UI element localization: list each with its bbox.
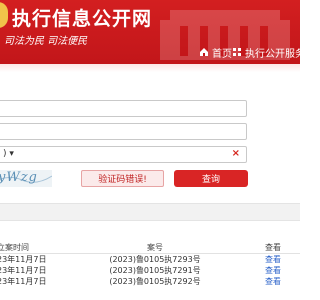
captcha-error-message: 验证码错误!	[81, 170, 164, 187]
nav-home-label: 首页	[212, 48, 232, 60]
header-shadow-strip	[0, 64, 300, 72]
court-select-value: ) ▾	[3, 149, 14, 159]
view-link[interactable]: 查看	[265, 254, 281, 265]
captcha-text: yWzg	[0, 170, 38, 185]
col-case-header: 案号	[147, 243, 163, 252]
row-case-number: (2023)鲁0105执7293号	[109, 255, 201, 264]
court-emblem-icon	[0, 2, 8, 28]
row-date: 23年11月7日	[0, 266, 47, 275]
captcha-image[interactable]: yWzg	[0, 170, 52, 187]
section-divider	[0, 203, 300, 221]
nav-service-link[interactable]: 执行公开服务	[232, 44, 300, 60]
row-case-number: (2023)鲁0105执7292号	[109, 277, 201, 286]
query-button[interactable]: 查询	[174, 170, 248, 187]
table-row: 23年11月7日 (2023)鲁0105执7291号 查看	[0, 265, 300, 276]
row-date: 23年11月7日	[0, 255, 47, 264]
site-title: 执行信息公开网	[12, 8, 153, 30]
row-date: 23年11月7日	[0, 277, 47, 286]
top-nav: 首页 执行公开服务	[0, 44, 300, 64]
col-date-header: 立案时间	[0, 243, 29, 252]
nav-service-label: 执行公开服务	[245, 48, 300, 60]
id-number-input[interactable]	[0, 123, 247, 140]
row-case-number: (2023)鲁0105执7291号	[109, 266, 201, 275]
table-row: 23年11月7日 (2023)鲁0105执7292号 查看	[0, 276, 300, 287]
nav-home-link[interactable]: 首页	[199, 44, 232, 60]
view-link[interactable]: 查看	[265, 276, 281, 287]
table-row: 23年11月7日 (2023)鲁0105执7293号 查看	[0, 254, 300, 265]
table-header: 立案时间 案号 查看	[0, 242, 300, 254]
home-icon	[199, 47, 209, 57]
site-header: 执行信息公开网 司法为民 司法便民 首页 执行公开服务	[0, 0, 300, 64]
grid-icon	[232, 47, 242, 57]
name-input[interactable]	[0, 100, 247, 117]
clear-icon[interactable]: ×	[232, 148, 240, 159]
col-view-header: 查看	[265, 243, 281, 252]
court-select[interactable]: ) ▾ ×	[0, 146, 247, 163]
results-table: 立案时间 案号 查看 23年11月7日 (2023)鲁0105执7293号 查看…	[0, 242, 300, 287]
view-link[interactable]: 查看	[265, 265, 281, 276]
